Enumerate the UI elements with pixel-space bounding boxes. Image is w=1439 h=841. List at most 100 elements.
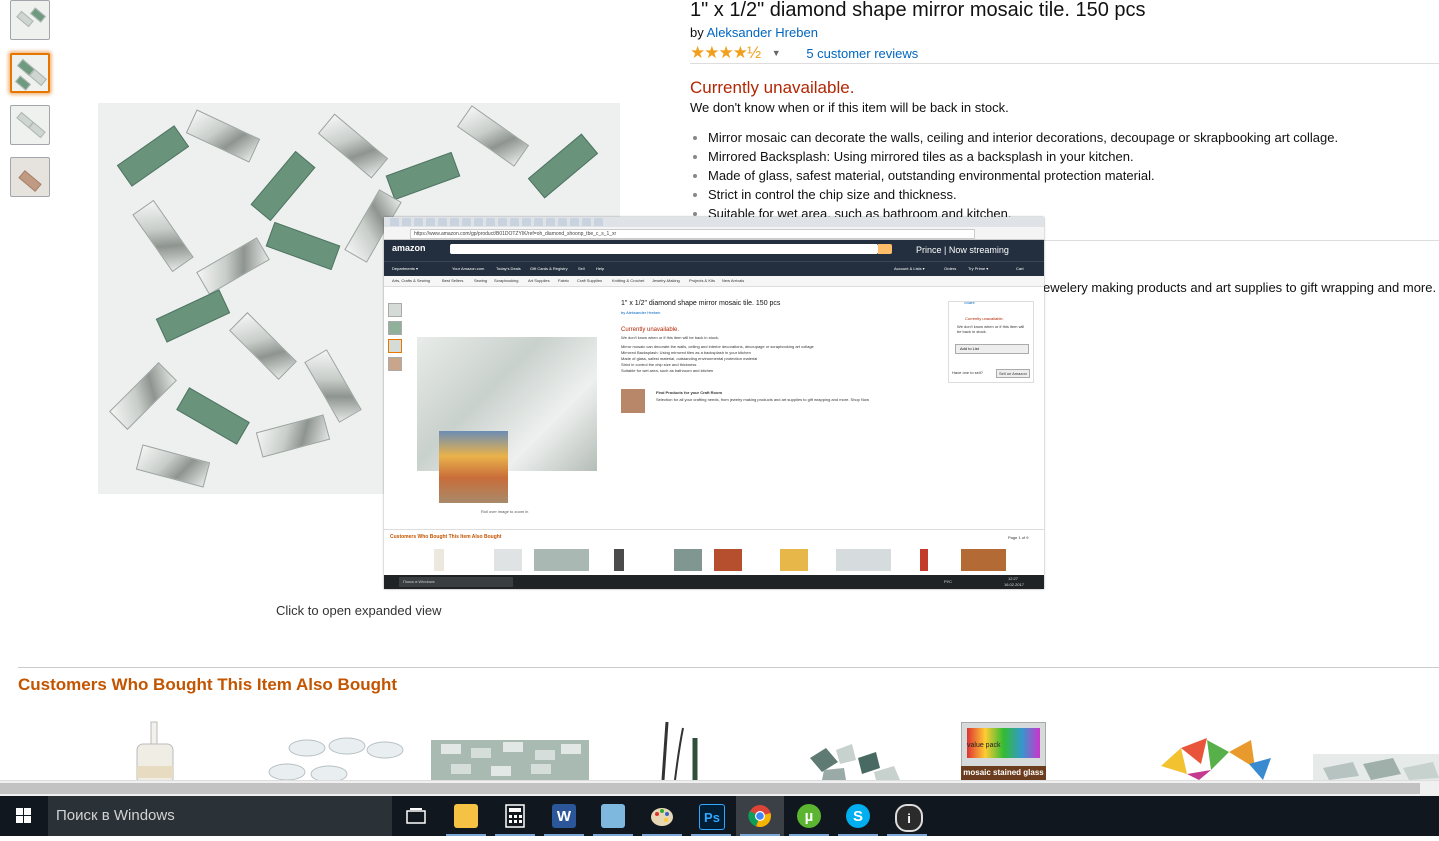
subnav-item[interactable]: Your Amazon.com [452,266,484,271]
category-item[interactable]: Arts, Crafts & Sewing [392,278,430,283]
browser-tab[interactable] [438,218,447,226]
calculator-button[interactable] [491,796,539,836]
browser-tab[interactable] [450,218,459,226]
clock-date[interactable]: 16.02.2017 [1004,582,1024,587]
subnav-item[interactable]: Try Prime ▾ [968,266,988,271]
product-thumb[interactable] [494,549,522,571]
product-mosaic-stained-glass[interactable]: value pack mosaic stained glass [961,718,1046,780]
browser-tab[interactable] [402,218,411,226]
product-tweezers[interactable] [655,718,705,780]
category-item[interactable]: Fabric [558,278,569,283]
skype-button[interactable]: S [834,796,882,836]
browser-tab[interactable] [570,218,579,226]
chevron-down-icon[interactable]: ▼ [772,48,781,58]
embedded-byline[interactable]: by Aleksander Hreben [621,310,660,315]
expand-view-link[interactable]: Click to open expanded view [276,603,442,618]
app-button[interactable]: i [883,796,931,836]
embedded-taskbar-search[interactable]: Поиск в Windows [399,577,513,587]
product-thumb[interactable] [674,549,702,571]
browser-tab[interactable] [414,218,423,226]
reviews-link[interactable]: 5 customer reviews [806,46,918,61]
category-item[interactable]: Projects & Kits [689,278,715,283]
find-products-title[interactable]: Find Products for your Craft Room [656,390,722,395]
browser-tab[interactable] [390,218,399,226]
add-to-list-button[interactable]: Add to List [955,344,1029,354]
author-link[interactable]: Aleksander Hreben [707,25,818,40]
task-view-button[interactable] [392,796,440,836]
browser-tab[interactable] [594,218,603,226]
subnav-item[interactable]: Sell [578,266,585,271]
thumbnail[interactable] [388,339,402,353]
url-field[interactable]: https://www.amazon.com/gp/product/B01DOT… [410,229,975,239]
paint-button[interactable] [638,796,686,836]
category-item[interactable]: Sewing [474,278,487,283]
prime-banner[interactable]: Prince | Now streaming [916,245,1009,255]
sell-on-amazon-button[interactable]: Sell on Amazon [996,369,1030,378]
product-thumb[interactable] [780,549,808,571]
category-item[interactable]: Best Sellers [442,278,463,283]
file-explorer-button[interactable] [442,796,490,836]
product-thumb[interactable] [836,549,891,571]
notepad-button[interactable] [589,796,637,836]
thumbnail[interactable] [388,321,402,335]
product-thumb[interactable] [614,549,624,571]
thumbnail[interactable] [388,303,402,317]
product-glass-cabochons[interactable] [257,718,412,780]
clock-time[interactable]: 12:27 [1008,576,1018,581]
craft-room-thumb[interactable] [621,389,645,413]
photoshop-button[interactable]: Ps [687,796,735,836]
product-glass-triangles[interactable] [1151,718,1283,780]
star-rating-icon[interactable]: ★★★★½ [690,43,761,62]
utorrent-button[interactable]: µ [785,796,833,836]
product-thumb[interactable] [714,549,742,571]
category-item[interactable]: Knitting & Crochet [612,278,644,283]
browser-tab[interactable] [558,218,567,226]
start-button[interactable] [0,796,48,836]
thumbnail-1[interactable] [10,0,50,40]
thumbnail-2-selected[interactable] [10,53,50,93]
word-button[interactable]: W [540,796,588,836]
product-thumb[interactable] [961,549,1006,571]
product-mirror-pieces[interactable] [1313,718,1439,780]
browser-tab[interactable] [486,218,495,226]
category-item[interactable]: Craft Supplies [577,278,602,283]
scrollbar-thumb[interactable] [0,783,1420,794]
browser-tab[interactable] [498,218,507,226]
category-item[interactable]: Scrapbooking [494,278,518,283]
subnav-item[interactable]: Departments ▾ [392,266,418,271]
thumbnail[interactable] [388,357,402,371]
subnav-item[interactable]: Orders [944,266,956,271]
category-item[interactable]: Art Supplies [528,278,550,283]
browser-tab[interactable] [426,218,435,226]
horizontal-scrollbar[interactable] [0,780,1439,796]
thumbnail-4[interactable] [10,157,50,197]
product-mirror-tiles[interactable] [431,718,589,780]
amazon-logo[interactable]: amazon [392,243,426,253]
language-indicator[interactable]: РУС [944,579,952,584]
product-glue-bottle[interactable] [133,718,177,780]
browser-tab[interactable] [582,218,591,226]
browser-tab[interactable] [546,218,555,226]
browser-tab[interactable] [510,218,519,226]
thumbnail-3[interactable] [10,105,50,145]
product-thumb[interactable] [920,549,928,571]
product-thumb[interactable] [434,549,444,571]
subnav-item[interactable]: Help [596,266,604,271]
browser-tab[interactable] [534,218,543,226]
category-item[interactable]: Jewelry-Making [652,278,680,283]
browser-tab[interactable] [462,218,471,226]
search-input[interactable] [450,244,878,254]
subnav-item[interactable]: Cart [1016,266,1024,271]
taskbar-search-input[interactable]: Поиск в Windows [48,796,392,836]
chrome-button[interactable] [736,796,784,836]
browser-tab[interactable] [522,218,531,226]
subnav-item[interactable]: Gift Cards & Registry [530,266,568,271]
product-thumb[interactable] [534,549,589,571]
calculator-icon [505,804,525,828]
browser-tab[interactable] [474,218,483,226]
subnav-item[interactable]: Account & Lists ▾ [894,266,925,271]
product-mosaic-pieces[interactable] [804,718,904,780]
category-item[interactable]: New Arrivals [722,278,744,283]
search-icon[interactable] [878,244,892,254]
subnav-item[interactable]: Today's Deals [496,266,521,271]
